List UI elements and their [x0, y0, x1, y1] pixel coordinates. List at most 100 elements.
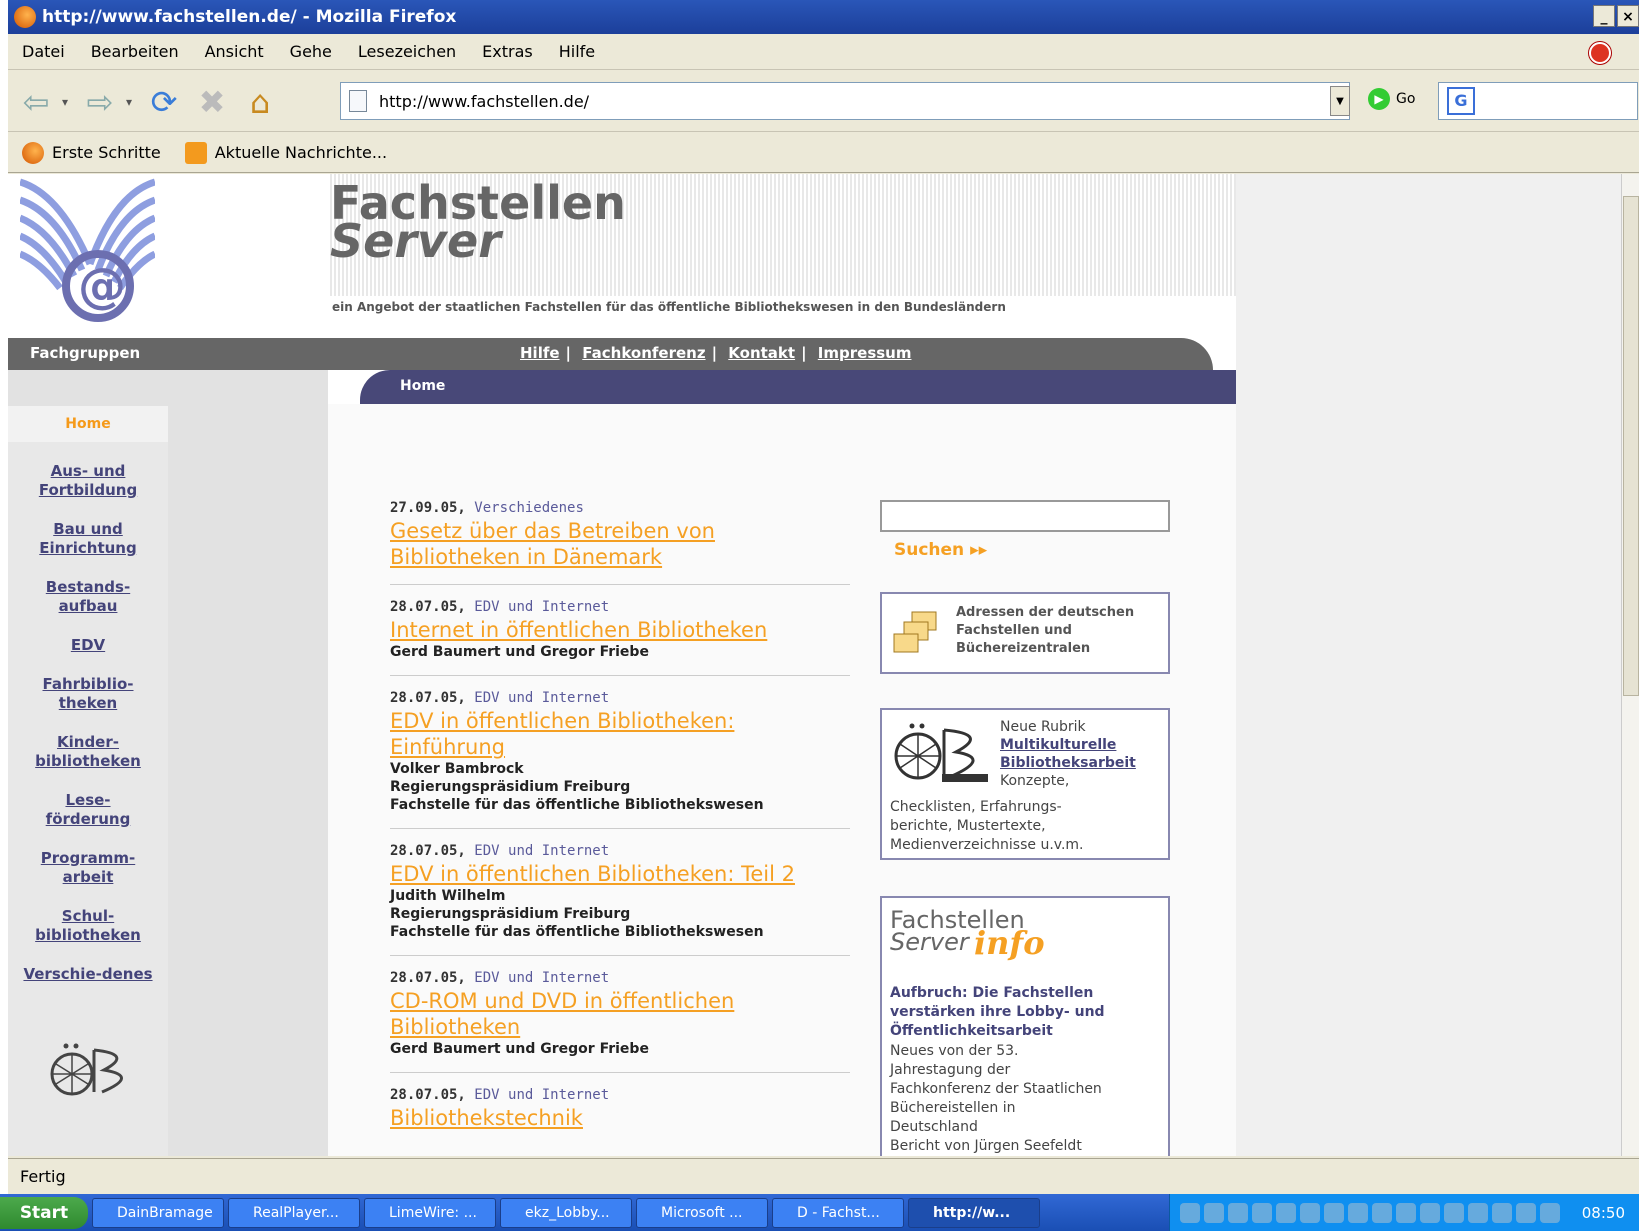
sidebar-item-fahrbibliotheken[interactable]: Fahrbiblio-theken — [8, 675, 168, 713]
multicultural-link[interactable]: Bibliotheksarbeit — [1000, 755, 1136, 771]
news-category[interactable]: EDV und Internet — [474, 1087, 609, 1103]
task-firefox[interactable]: http://w... — [908, 1197, 1040, 1228]
back-icon[interactable]: ⇦ — [16, 82, 56, 122]
scrollbar-thumb[interactable] — [1623, 196, 1639, 696]
tray-icon[interactable] — [1275, 1202, 1296, 1223]
tray-icon[interactable] — [1467, 1202, 1488, 1223]
task-d-fachst[interactable]: D - Fachst... — [772, 1197, 904, 1228]
sidebar-label: Verschie-denes — [23, 965, 153, 983]
news-category[interactable]: EDV und Internet — [474, 970, 609, 986]
news-meta: 28.07.05, EDV und Internet — [390, 843, 850, 859]
tray-icon[interactable] — [1347, 1202, 1368, 1223]
sidebar-item-kinderbibliotheken[interactable]: Kinder-bibliotheken — [8, 733, 168, 771]
start-button[interactable]: Start — [0, 1196, 88, 1229]
sidebar-item-bestandsaufbau[interactable]: Bestands-aufbau — [8, 578, 168, 616]
news-category[interactable]: EDV und Internet — [474, 690, 609, 706]
task-limewire[interactable]: LimeWire: ... — [364, 1197, 496, 1228]
tray-icon[interactable] — [1443, 1202, 1464, 1223]
go-button[interactable]: ▶ Go — [1368, 88, 1415, 110]
minimize-button[interactable]: _ — [1593, 5, 1615, 27]
sidebar-item-programmarbeit[interactable]: Programm-arbeit — [8, 849, 168, 887]
forward-icon[interactable]: ⇨ — [80, 82, 120, 122]
news-category[interactable]: EDV und Internet — [474, 599, 609, 615]
info-headline-link[interactable]: Aufbruch: Die Fachstellen verstärken ihr… — [890, 984, 1105, 1041]
menu-lesezeichen[interactable]: Lesezeichen — [358, 42, 456, 61]
menu-extras[interactable]: Extras — [482, 42, 533, 61]
news-org: Regierungspräsidium Freiburg — [390, 906, 631, 922]
home-icon[interactable]: ⌂ — [240, 82, 280, 122]
addresses-box[interactable]: Adressen der deutschen Fachstellen und B… — [880, 592, 1170, 674]
tray-icon[interactable] — [1395, 1202, 1416, 1223]
url-dropdown-icon[interactable]: ▼ — [1330, 86, 1350, 116]
tray-icon[interactable] — [1371, 1202, 1392, 1223]
vertical-scrollbar[interactable] — [1621, 174, 1639, 1156]
news-title-link[interactable]: EDV in öffentlichen Bibliotheken: Einfüh… — [390, 708, 850, 760]
status-text: Fertig — [20, 1167, 66, 1186]
link-kontakt[interactable]: Kontakt — [728, 344, 795, 362]
tray-icon[interactable] — [1539, 1202, 1560, 1223]
link-impressum[interactable]: Impressum — [818, 344, 912, 362]
back-dropdown-icon[interactable]: ▾ — [58, 82, 72, 122]
news-title-link[interactable]: Gesetz über das Betreiben von Bibliothek… — [390, 518, 850, 570]
stop-icon[interactable] — [1589, 42, 1611, 64]
multicultural-desc: Checklisten, Erfahrungs- berichte, Muste… — [890, 798, 1084, 855]
desc-line: Medienverzeichnisse u.v.m. — [890, 837, 1084, 853]
tray-icon[interactable] — [1203, 1202, 1224, 1223]
tray-icon[interactable] — [1227, 1202, 1248, 1223]
body-line: Fachkonferenz der Staatlichen — [890, 1081, 1102, 1097]
news-author: Gerd Baumert und Gregor Friebe — [390, 644, 649, 660]
task-dainbramage[interactable]: DainBramage — [92, 1197, 224, 1228]
sidebar-item-fortbildung[interactable]: Aus- und Fortbildung — [8, 462, 168, 500]
task-ekz-lobby[interactable]: ekz_Lobby... — [500, 1197, 632, 1228]
separator: | — [711, 344, 718, 362]
stop-load-icon[interactable]: ✖ — [192, 82, 232, 122]
tray-icon[interactable] — [1515, 1202, 1536, 1223]
tray-icon[interactable] — [1419, 1202, 1440, 1223]
menu-datei[interactable]: Datei — [22, 42, 65, 61]
tray-icon[interactable] — [1299, 1202, 1320, 1223]
tray-icon[interactable] — [1323, 1202, 1344, 1223]
sidebar-label: theken — [58, 694, 118, 712]
menu-hilfe[interactable]: Hilfe — [559, 42, 595, 61]
bookmark-aktuelle-nachrichten[interactable]: Aktuelle Nachrichte... — [184, 141, 387, 164]
menu-ansicht[interactable]: Ansicht — [205, 42, 264, 61]
page-viewport: @ Fachstellen Server ein Angebot der sta… — [8, 174, 1621, 1156]
close-button[interactable]: × — [1617, 5, 1639, 27]
news-title-link[interactable]: Internet in öffentlichen Bibliotheken — [390, 617, 850, 643]
news-title-link[interactable]: EDV in öffentlichen Bibliotheken: Teil 2 — [390, 861, 850, 887]
task-realplayer[interactable]: RealPlayer... — [228, 1197, 360, 1228]
sidebar-label: Schul- — [61, 907, 115, 925]
multicultural-link[interactable]: Multikulturelle — [1000, 737, 1116, 753]
sidebar-item-lesefoerderung[interactable]: Lese-förderung — [8, 791, 168, 829]
bookmark-erste-schritte[interactable]: Erste Schritte — [22, 141, 161, 164]
news-item: 28.07.05, EDV und Internet Internet in ö… — [390, 599, 850, 676]
window-title: http://www.fachstellen.de/ - Mozilla Fir… — [42, 7, 457, 27]
site-search-input[interactable] — [880, 500, 1170, 532]
news-title-link[interactable]: Bibliothekstechnik — [390, 1105, 850, 1131]
tray-icon[interactable] — [1491, 1202, 1512, 1223]
sidebar-item-schulbibliotheken[interactable]: Schul-bibliotheken — [8, 907, 168, 945]
menu-bearbeiten[interactable]: Bearbeiten — [91, 42, 179, 61]
sidebar-label: Einrichtung — [39, 539, 137, 557]
search-input[interactable]: G — [1438, 82, 1638, 120]
forward-dropdown-icon[interactable]: ▾ — [122, 82, 136, 122]
search-button[interactable]: Suchen ▸▸ — [894, 540, 987, 560]
news-title-link[interactable]: CD-ROM und DVD in öffentlichen Bibliothe… — [390, 988, 850, 1040]
sidebar-item-edv[interactable]: EDV — [8, 636, 168, 655]
task-microsoft[interactable]: Microsoft ... — [636, 1197, 768, 1228]
menu-gehe[interactable]: Gehe — [290, 42, 332, 61]
url-input[interactable]: http://www.fachstellen.de/ — [340, 82, 1350, 120]
news-category[interactable]: Verschiedenes — [474, 500, 584, 516]
sidebar-item-home[interactable]: Home — [8, 406, 168, 442]
body-line: Bericht von Jürgen Seefeldt — [890, 1138, 1082, 1154]
breadcrumb-home[interactable]: Home — [400, 378, 445, 394]
tray-icon[interactable] — [1179, 1202, 1200, 1223]
tray-icon[interactable] — [1251, 1202, 1272, 1223]
news-category[interactable]: EDV und Internet — [474, 843, 609, 859]
sidebar-item-bau[interactable]: Bau und Einrichtung — [8, 520, 168, 558]
body-line: Deutschland — [890, 1119, 978, 1135]
link-hilfe[interactable]: Hilfe — [520, 344, 560, 362]
reload-icon[interactable]: ⟳ — [144, 82, 184, 122]
sidebar-item-verschiedenes[interactable]: Verschie-denes — [8, 965, 168, 984]
link-fachkonferenz[interactable]: Fachkonferenz — [582, 344, 705, 362]
